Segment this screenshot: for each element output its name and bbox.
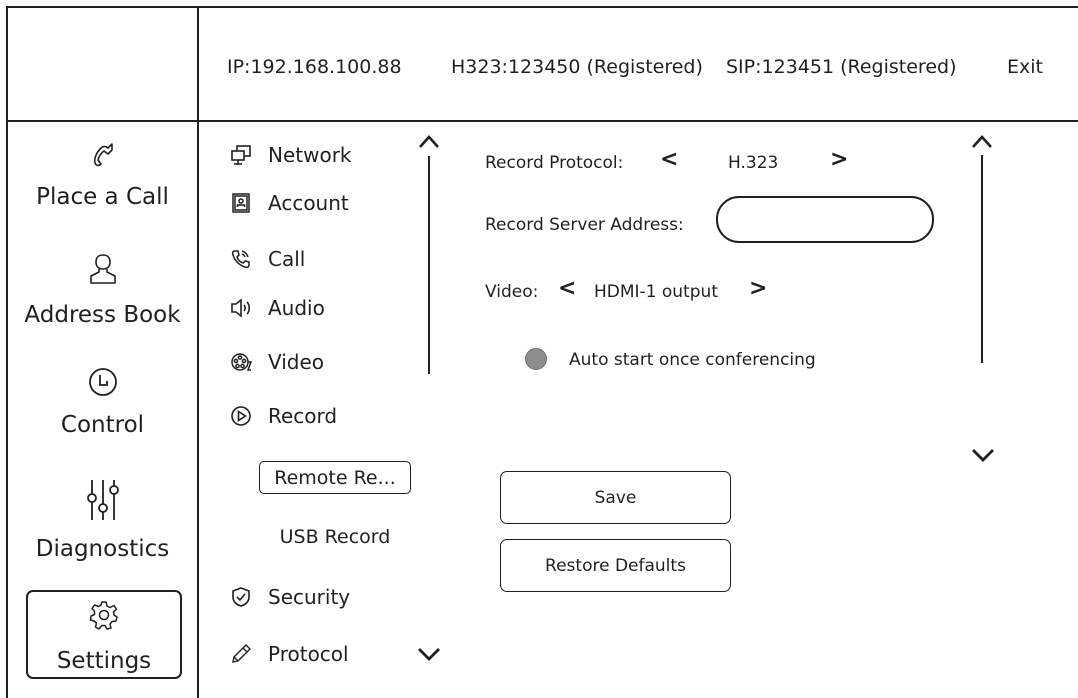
submenu-label: Call xyxy=(268,247,306,271)
record-server-label: Record Server Address: xyxy=(485,215,684,235)
nav-item-settings[interactable]: Settings xyxy=(26,590,182,679)
record-protocol-label: Record Protocol: xyxy=(485,153,624,173)
submenu-label: Protocol xyxy=(268,642,349,666)
nav-item-control[interactable]: Control xyxy=(8,366,197,440)
submenu-item-remote-record[interactable]: Remote Re... xyxy=(259,461,411,494)
restore-defaults-button[interactable]: Restore Defaults xyxy=(500,539,731,592)
protocol-prev-button[interactable]: < xyxy=(660,147,678,172)
nav-item-place-a-call[interactable]: Place a Call xyxy=(8,138,197,212)
header-divider xyxy=(6,120,1078,122)
submenu-item-call[interactable]: Call xyxy=(230,244,305,274)
video-label: Video: xyxy=(485,282,539,302)
shield-icon xyxy=(232,587,250,607)
record-protocol-value: H.323 xyxy=(728,153,779,173)
content-scroll-down-icon[interactable] xyxy=(971,447,995,463)
nav-label: Settings xyxy=(56,648,152,674)
exit-button[interactable]: Exit xyxy=(1007,54,1043,80)
submenu-label: Record xyxy=(268,404,338,428)
nav-item-address-book[interactable]: Address Book xyxy=(8,252,197,330)
auto-start-label: Auto start once conferencing xyxy=(569,350,816,370)
gear-icon xyxy=(89,601,118,630)
nav-label: Address Book xyxy=(24,302,181,328)
sip-status-label: SIP:123451 (Registered) xyxy=(726,56,957,78)
play-circle-icon xyxy=(231,406,251,426)
submenu-item-video[interactable]: Video xyxy=(230,347,324,377)
phone-icon xyxy=(93,143,113,167)
record-server-address-input[interactable] xyxy=(716,196,934,243)
submenu-item-network[interactable]: Network xyxy=(230,140,352,170)
submenu-item-audio[interactable]: Audio xyxy=(230,293,325,323)
account-icon xyxy=(232,193,250,213)
submenu-label: Security xyxy=(268,585,351,609)
h323-status-label: H323:123450 (Registered) xyxy=(451,56,703,78)
submenu-label: Network xyxy=(268,143,352,167)
sidebar-divider xyxy=(197,6,199,698)
submenu-label: Video xyxy=(268,350,325,374)
speaker-icon xyxy=(231,298,251,318)
submenu-item-usb-record[interactable]: USB Record xyxy=(260,522,410,552)
content-scrollbar[interactable] xyxy=(981,155,983,363)
nav-label: Diagnostics xyxy=(35,536,170,562)
submenu-scrollbar[interactable] xyxy=(428,156,430,374)
record-protocol-row: Record Protocol: xyxy=(485,150,623,176)
submenu-scroll-up-icon[interactable] xyxy=(418,134,440,150)
save-button[interactable]: Save xyxy=(500,471,731,524)
nav-item-diagnostics[interactable]: Diagnostics xyxy=(8,478,197,564)
submenu-item-security[interactable]: Security xyxy=(230,582,350,612)
video-prev-button[interactable]: < xyxy=(558,276,576,301)
submenu-scroll-down-icon[interactable] xyxy=(417,646,441,662)
submenu-label: Account xyxy=(268,191,349,215)
submenu-item-account[interactable]: Account xyxy=(230,188,349,218)
nav-label: Control xyxy=(60,412,145,438)
sliders-icon xyxy=(86,480,119,520)
submenu-item-record[interactable]: Record xyxy=(230,401,337,431)
clock-icon xyxy=(88,368,117,396)
submenu-label: Audio xyxy=(268,296,325,320)
auto-start-radio[interactable] xyxy=(525,348,547,370)
content-scroll-up-icon[interactable] xyxy=(971,134,993,150)
call-icon xyxy=(231,250,250,269)
video-next-button[interactable]: > xyxy=(749,276,767,301)
video-value: HDMI-1 output xyxy=(594,282,718,302)
submenu-item-protocol[interactable]: Protocol xyxy=(230,639,349,669)
person-icon xyxy=(89,254,116,284)
network-icon xyxy=(231,145,251,165)
protocol-next-button[interactable]: > xyxy=(830,147,848,172)
pencil-icon xyxy=(232,644,251,663)
ip-address-label: IP:192.168.100.88 xyxy=(227,56,402,78)
nav-label: Place a Call xyxy=(36,184,169,210)
film-reel-icon xyxy=(231,353,252,371)
